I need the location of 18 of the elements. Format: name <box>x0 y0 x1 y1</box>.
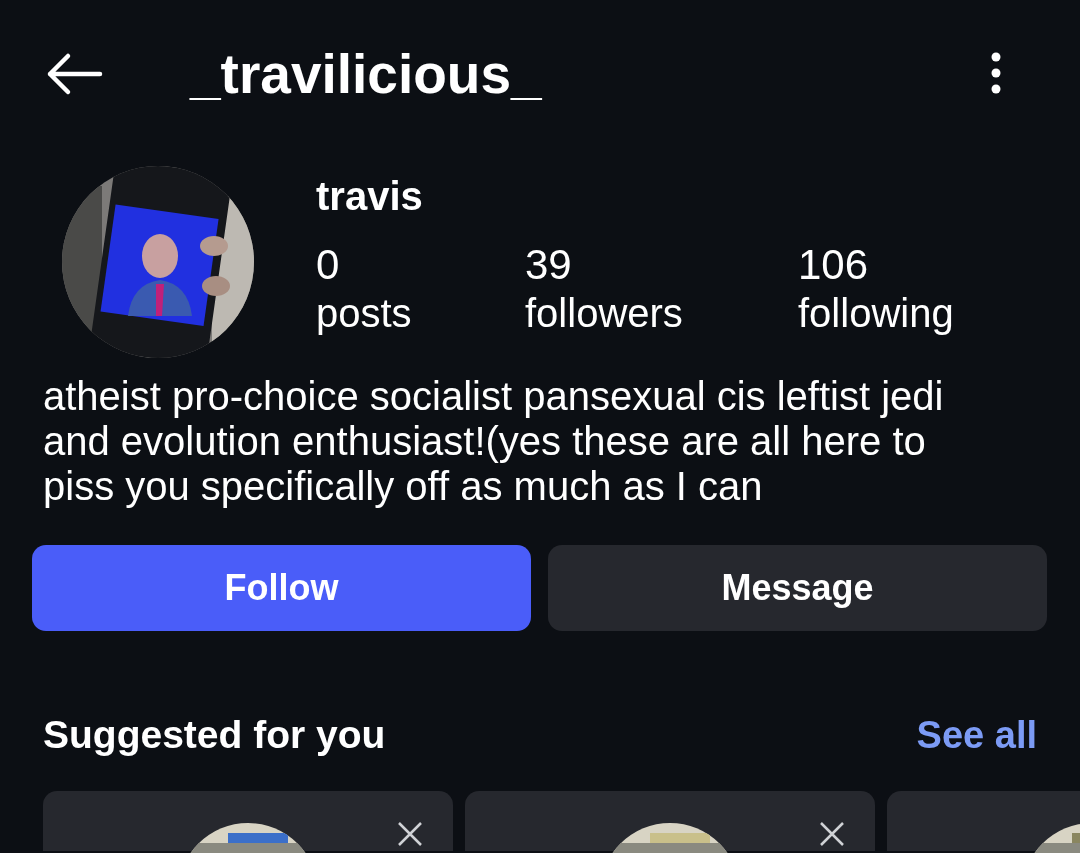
bio-text: atheist pro-choice socialist pansexual cis leftist jedi and evolution enthusiast!(yes these are all here to piss you specifically off as much as I can <box>43 374 945 509</box>
stat-count: 106 <box>798 241 870 289</box>
suggestion-card[interactable] <box>465 791 875 851</box>
message-button[interactable]: Message <box>548 545 1047 631</box>
stat-label: posts <box>316 291 413 336</box>
follow-button[interactable]: Follow <box>32 545 531 631</box>
section-title: Suggested for you <box>43 713 386 757</box>
profile-username: _travilicious_ <box>190 42 543 106</box>
close-icon[interactable] <box>819 821 845 847</box>
stat-label: following <box>798 291 954 336</box>
display-name: travis <box>316 174 424 219</box>
stat-count: 0 <box>316 241 341 289</box>
suggestion-card[interactable] <box>43 791 453 851</box>
stat-count: 39 <box>525 241 573 289</box>
close-icon[interactable] <box>397 821 423 847</box>
stat-label: followers <box>525 291 684 336</box>
see-all-link[interactable]: See all <box>916 713 1037 757</box>
more-options-icon[interactable] <box>991 52 1001 94</box>
